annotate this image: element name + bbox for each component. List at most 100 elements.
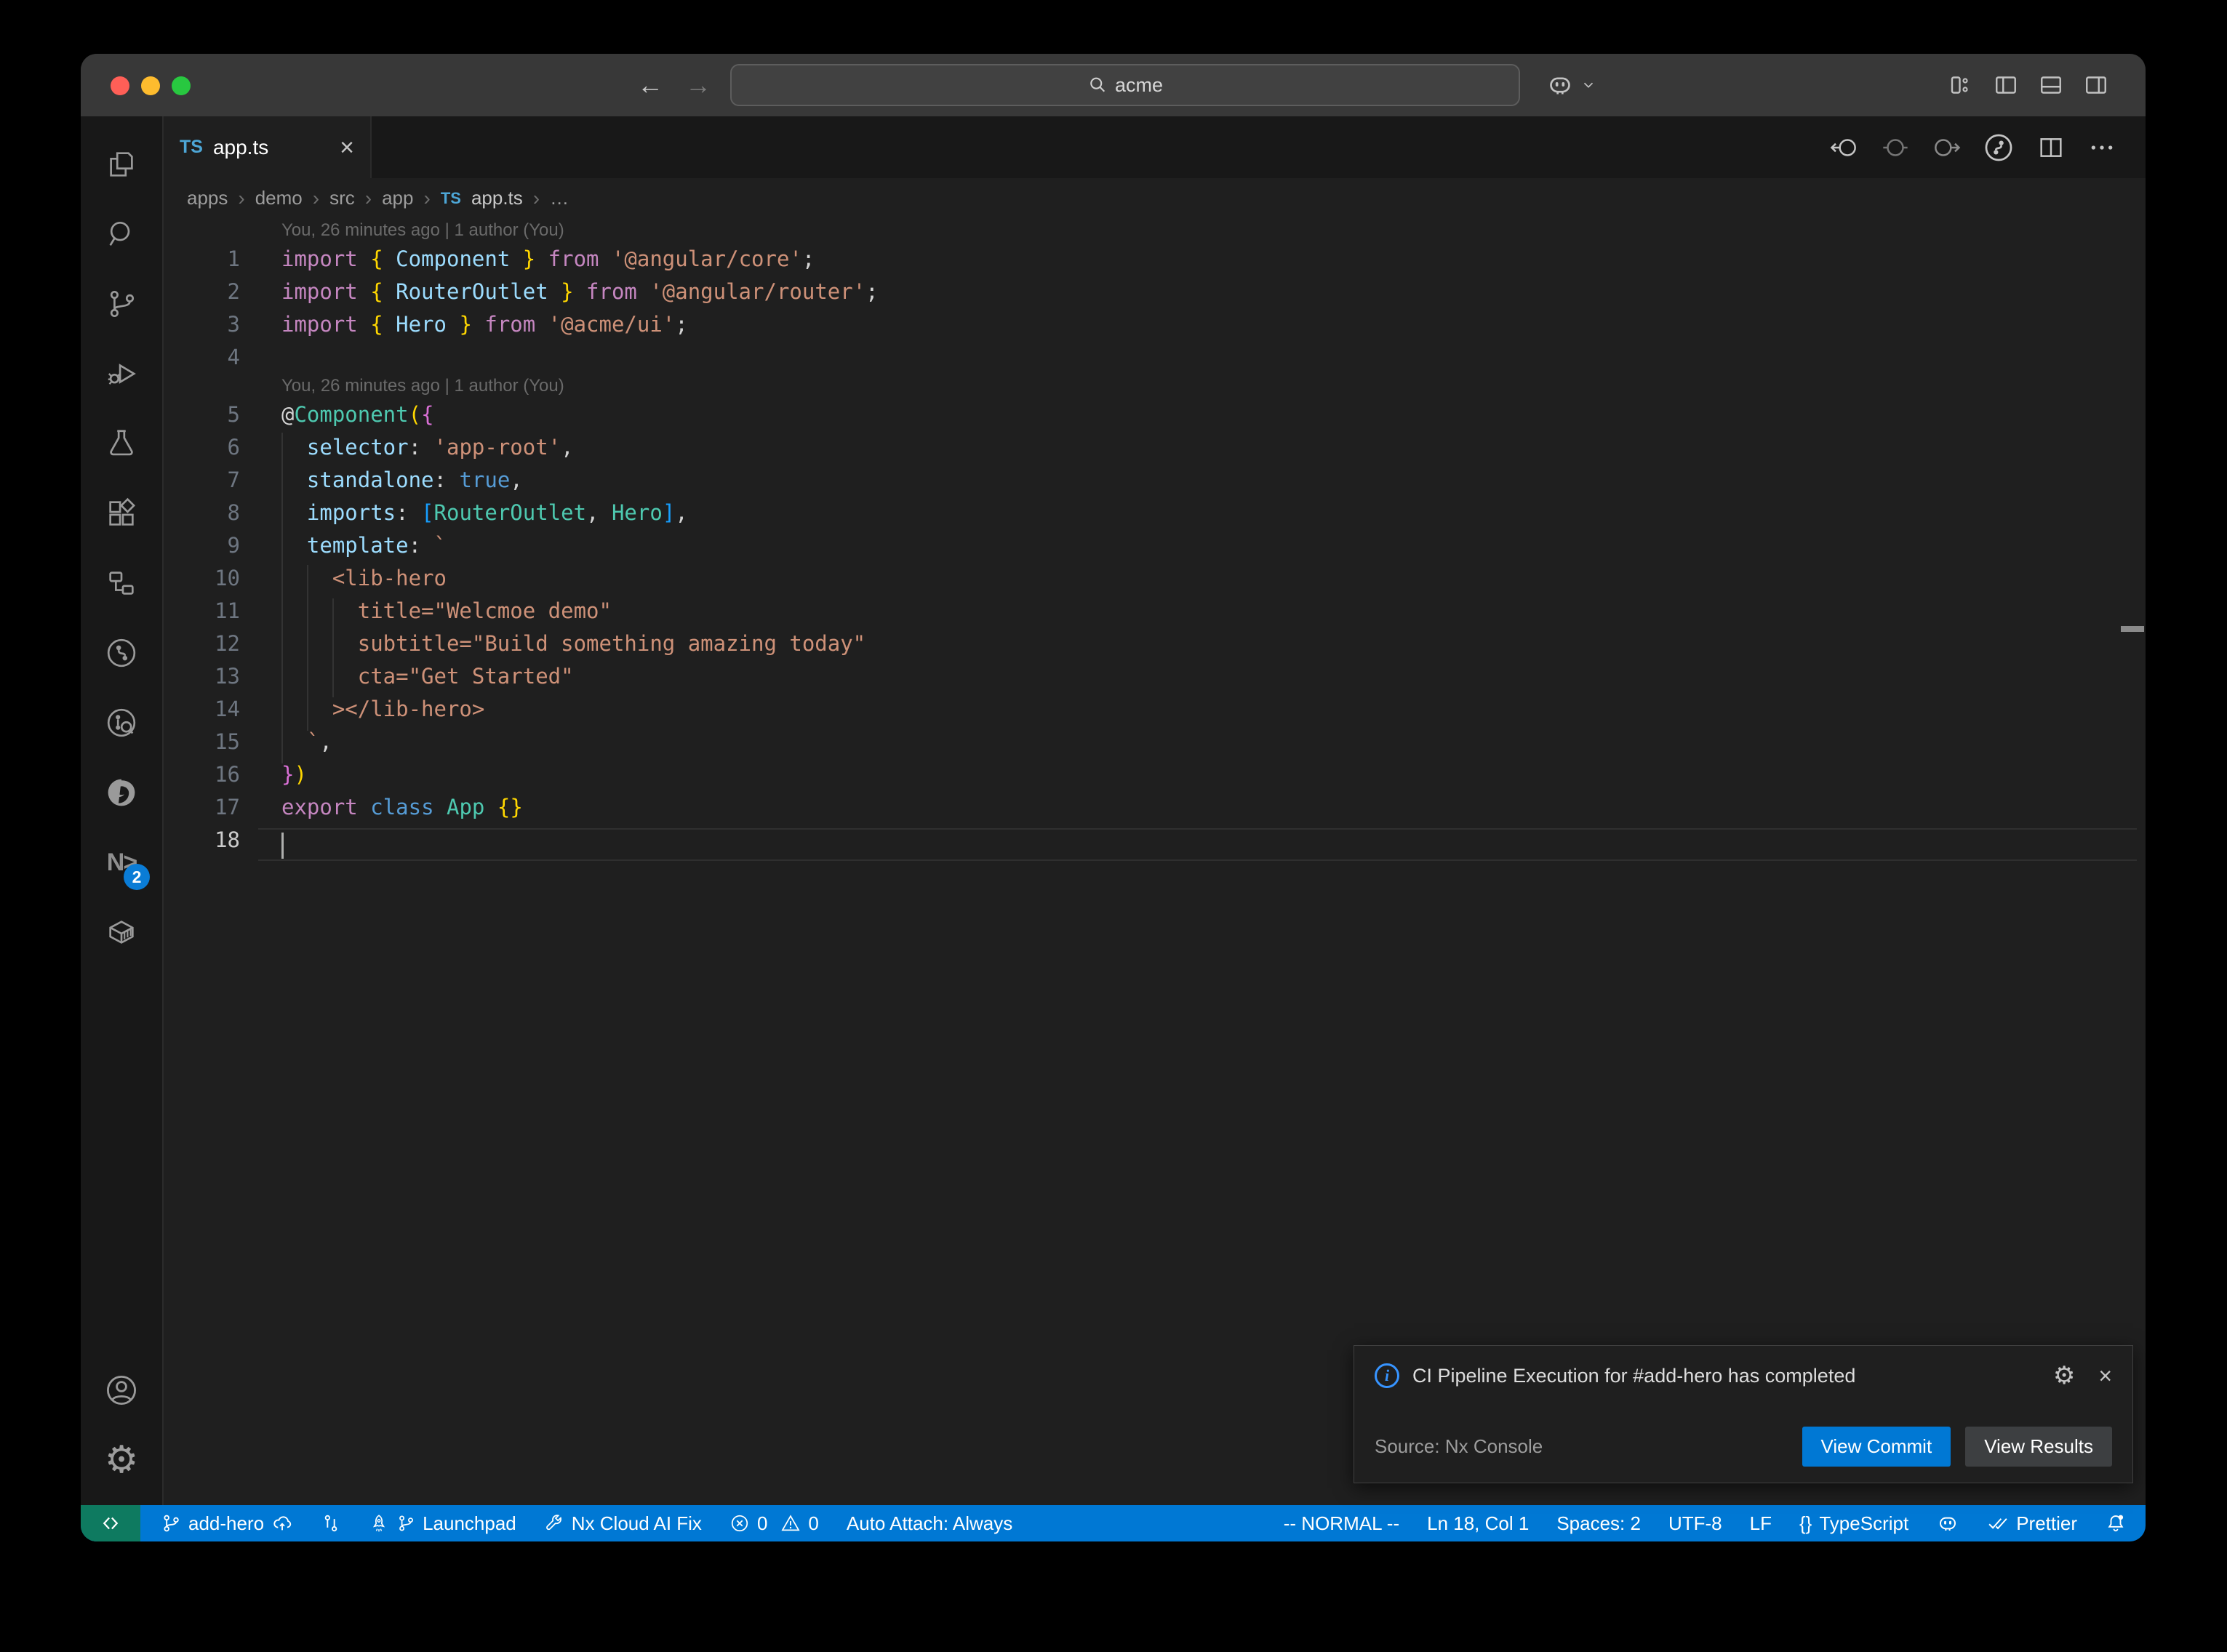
command-center-search[interactable]: acme — [730, 64, 1520, 106]
nx-cloud-label: Nx Cloud AI Fix — [572, 1512, 702, 1535]
code-line-3[interactable]: 3import { Hero } from '@acme/ui'; — [164, 308, 2146, 341]
activity-bar: N> 2 ⚙ — [81, 116, 164, 1505]
copilot-icon[interactable] — [1546, 71, 1575, 100]
code-line-14[interactable]: 14 ></lib-hero> — [164, 693, 2146, 726]
remote-indicator[interactable] — [81, 1505, 140, 1541]
line-number: 7 — [164, 464, 240, 497]
line-number: 3 — [164, 308, 240, 341]
search-value: acme — [1115, 74, 1163, 97]
toggle-primary-sidebar-icon[interactable] — [1993, 72, 2019, 98]
code-text: import { Hero } from '@acme/ui'; — [240, 308, 688, 341]
language-mode-status-item[interactable]: {} TypeScript — [1799, 1512, 1908, 1535]
source-control-icon[interactable] — [87, 269, 156, 339]
code-line-6[interactable]: 6 selector: 'app-root', — [164, 431, 2146, 464]
vim-mode-status-item[interactable]: -- NORMAL -- — [1284, 1512, 1399, 1535]
problems-status-item[interactable]: 0 0 — [729, 1512, 819, 1535]
code-line-7[interactable]: 7 standalone: true, — [164, 464, 2146, 497]
account-icon[interactable] — [87, 1355, 156, 1425]
code-line-9[interactable]: 9 template: ` — [164, 529, 2146, 562]
auto-attach-status-item[interactable]: Auto Attach: Always — [847, 1512, 1012, 1535]
code-line-5[interactable]: 5@Component({ — [164, 398, 2146, 431]
project-hierarchy-icon[interactable] — [87, 548, 156, 618]
code-line-1[interactable]: 1import { Component } from '@angular/cor… — [164, 243, 2146, 276]
next-change-icon[interactable] — [1932, 133, 1961, 162]
more-actions-icon[interactable] — [2087, 133, 2116, 162]
tab-app-ts[interactable]: TS app.ts × — [164, 116, 372, 178]
navigate-back-icon[interactable]: ← — [637, 70, 663, 100]
testing-icon[interactable] — [87, 409, 156, 478]
code-line-10[interactable]: 10 <lib-hero — [164, 562, 2146, 595]
overview-ruler-mark — [2121, 626, 2144, 632]
code-text: <lib-hero — [240, 562, 447, 595]
launchpad-status-item[interactable]: Launchpad — [369, 1512, 516, 1535]
code-line-18[interactable]: 18 — [164, 824, 2146, 857]
gitlens-inspect-icon[interactable] — [87, 688, 156, 758]
containers-icon[interactable] — [87, 897, 156, 967]
code-line-17[interactable]: 17export class App {} — [164, 791, 2146, 824]
notification-close-icon[interactable]: × — [2098, 1364, 2112, 1387]
nx-cloud-status-item[interactable]: Nx Cloud AI Fix — [544, 1512, 702, 1535]
warnings-icon — [780, 1513, 801, 1533]
extensions-icon[interactable] — [87, 478, 156, 548]
line-number: 5 — [164, 398, 240, 431]
nx-console-icon[interactable]: N> 2 — [87, 827, 156, 897]
open-changes-icon[interactable] — [1881, 133, 1910, 162]
line-number: 1 — [164, 243, 240, 276]
bell-icon — [2105, 1512, 2127, 1534]
maximize-window-button[interactable] — [172, 76, 191, 95]
previous-change-icon[interactable] — [1830, 133, 1859, 162]
chevron-down-icon[interactable] — [1580, 77, 1596, 93]
code-line-2[interactable]: 2import { RouterOutlet } from '@angular/… — [164, 276, 2146, 308]
code-line-12[interactable]: 12 subtitle="Build something amazing tod… — [164, 627, 2146, 660]
tab-label: app.ts — [213, 136, 268, 159]
code-editor[interactable]: You, 26 minutes ago | 1 author (You)1imp… — [164, 218, 2146, 1505]
line-number: 15 — [164, 726, 240, 758]
tab-close-icon[interactable]: × — [340, 135, 354, 160]
code-line-16[interactable]: 16}) — [164, 758, 2146, 791]
code-line-11[interactable]: 11 title="Welcmoe demo" — [164, 595, 2146, 627]
branch-status-item[interactable]: add-hero — [161, 1512, 293, 1535]
copilot-status-item[interactable] — [1936, 1512, 1959, 1535]
breadcrumb-apps[interactable]: apps — [187, 187, 228, 209]
navigate-forward-icon[interactable]: → — [685, 70, 711, 100]
notification-dot — [2119, 1515, 2124, 1520]
breadcrumb-symbol[interactable]: … — [550, 187, 569, 209]
toggle-secondary-sidebar-icon[interactable] — [2083, 72, 2109, 98]
toggle-panel-icon[interactable] — [2038, 72, 2064, 98]
customize-layout-icon[interactable] — [1948, 72, 1974, 98]
breadcrumb-demo[interactable]: demo — [255, 187, 303, 209]
prettier-status-item[interactable]: Prettier — [1987, 1512, 2077, 1535]
explorer-icon[interactable] — [87, 129, 156, 199]
view-results-button[interactable]: View Results — [1965, 1427, 2112, 1467]
code-line-4[interactable]: 4 — [164, 341, 2146, 374]
notifications-bell-item[interactable] — [2105, 1512, 2127, 1534]
notification-settings-gear-icon[interactable]: ⚙ — [2053, 1363, 2075, 1388]
split-editor-icon[interactable] — [2036, 133, 2066, 162]
cursor-position-status-item[interactable]: Ln 18, Col 1 — [1427, 1512, 1529, 1535]
line-number: 11 — [164, 595, 240, 627]
minimize-window-button[interactable] — [141, 76, 160, 95]
code-text: import { Component } from '@angular/core… — [240, 243, 815, 276]
indentation-status-item[interactable]: Spaces: 2 — [1556, 1512, 1641, 1535]
blame-annotation: You, 26 minutes ago | 1 author (You) — [164, 218, 2146, 243]
code-line-15[interactable]: 15 `, — [164, 726, 2146, 758]
close-window-button[interactable] — [111, 76, 129, 95]
run-debug-icon[interactable] — [87, 339, 156, 409]
breadcrumb-app[interactable]: app — [382, 187, 413, 209]
search-icon[interactable] — [87, 199, 156, 269]
gitlens-icon[interactable] — [87, 618, 156, 688]
encoding-status-item[interactable]: UTF-8 — [1668, 1512, 1722, 1535]
code-text: ></lib-hero> — [240, 693, 484, 726]
code-line-8[interactable]: 8 imports: [RouterOutlet, Hero], — [164, 497, 2146, 529]
eol-status-item[interactable]: LF — [1750, 1512, 1772, 1535]
breadcrumb-file[interactable]: app.ts — [471, 187, 523, 209]
breadcrumb-src[interactable]: src — [329, 187, 355, 209]
wrench-icon — [544, 1513, 564, 1533]
git-compare-status-item[interactable] — [321, 1513, 341, 1533]
view-commit-button[interactable]: View Commit — [1802, 1427, 1951, 1467]
settings-gear-icon[interactable]: ⚙ — [87, 1425, 156, 1495]
edge-browser-icon[interactable] — [87, 758, 156, 827]
line-number: 2 — [164, 276, 240, 308]
commit-graph-icon[interactable] — [1983, 132, 2015, 164]
code-line-13[interactable]: 13 cta="Get Started" — [164, 660, 2146, 693]
